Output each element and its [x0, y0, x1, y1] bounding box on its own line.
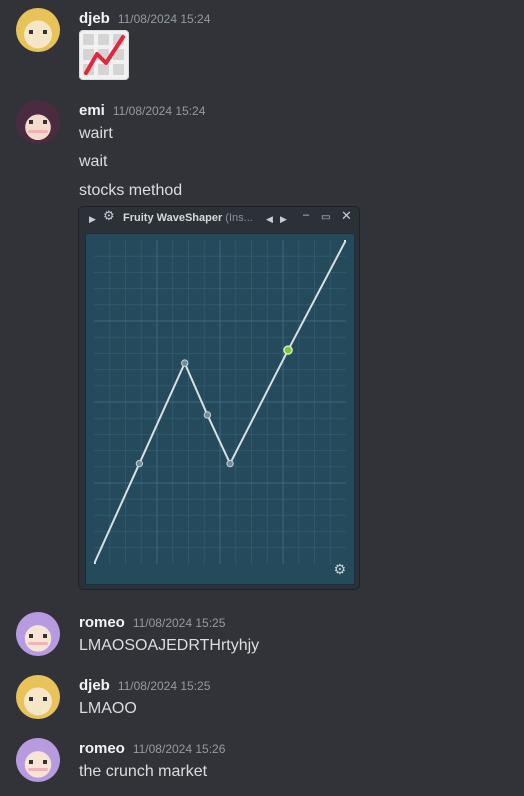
- transfer-curve-graph[interactable]: [94, 240, 346, 564]
- minimize-icon[interactable]: –: [303, 208, 309, 222]
- avatar-cheek: [28, 768, 48, 771]
- message-text: LMAOSOAJEDRTHrtyhjy: [79, 637, 260, 654]
- author-name[interactable]: romeo: [79, 614, 125, 631]
- avatar-face: [29, 634, 47, 638]
- message-text: stocks method: [79, 182, 183, 199]
- arrow-left-icon[interactable]: ◀: [266, 212, 273, 226]
- gear-icon[interactable]: ⚙: [103, 209, 115, 223]
- message-header: djeb 11/08/2024 15:25: [79, 677, 210, 695]
- message-text: wait: [79, 153, 108, 170]
- message-text: wairt: [79, 125, 113, 142]
- arrow-right-icon[interactable]: ▶: [280, 212, 287, 226]
- close-icon[interactable]: ✕: [341, 209, 352, 223]
- plugin-title-text: Fruity WaveShaper: [123, 212, 223, 224]
- message-header: romeo 11/08/2024 15:26: [79, 740, 225, 758]
- plugin-titlebar: ▶ ⚙ Fruity WaveShaper (Ins... ◀ ▶ – ▭ ✕: [79, 207, 359, 231]
- timestamp: 11/08/2024 15:24: [117, 12, 211, 26]
- author-name[interactable]: djeb: [79, 677, 110, 694]
- avatar-cheek: [28, 130, 48, 133]
- curve-control-point[interactable]: [181, 359, 189, 367]
- chart-increasing-emoji[interactable]: [79, 30, 129, 80]
- avatar[interactable]: [16, 8, 60, 52]
- avatar-face: [29, 120, 47, 124]
- plugin-title-suffix: (Ins...: [225, 212, 253, 224]
- avatar[interactable]: [16, 675, 60, 719]
- timestamp: 11/08/2024 15:25: [117, 679, 211, 693]
- avatar-face: [29, 697, 47, 701]
- timestamp: 11/08/2024 15:26: [132, 742, 226, 756]
- avatar-face: [29, 760, 47, 764]
- curve-control-point[interactable]: [226, 459, 234, 468]
- curve-control-point[interactable]: [135, 459, 144, 468]
- play-arrow-icon[interactable]: ▶: [89, 212, 96, 226]
- curve-control-point-active[interactable]: [283, 345, 293, 355]
- settings-gear-icon[interactable]: ⚙: [333, 561, 346, 578]
- avatar[interactable]: [16, 612, 60, 656]
- timestamp: 11/08/2024 15:25: [132, 616, 226, 630]
- author-name[interactable]: emi: [79, 102, 105, 119]
- waveshaper-attachment[interactable]: ▶ ⚙ Fruity WaveShaper (Ins... ◀ ▶ – ▭ ✕ …: [79, 207, 359, 589]
- avatar-face: [29, 30, 47, 34]
- author-name[interactable]: romeo: [79, 740, 125, 757]
- avatar[interactable]: [16, 100, 60, 144]
- message-text: the crunch market: [79, 763, 208, 780]
- message-header: djeb 11/08/2024 15:24: [79, 10, 210, 28]
- curve-control-point[interactable]: [203, 411, 212, 419]
- avatar[interactable]: [16, 738, 60, 782]
- maximize-icon[interactable]: ▭: [321, 211, 330, 225]
- message-romeo-1: romeo 11/08/2024 15:25 LMAOSOAJEDRTHrtyhj…: [0, 604, 524, 664]
- author-name[interactable]: djeb: [79, 10, 110, 27]
- message-djeb-2: djeb 11/08/2024 15:25 LMAOO: [0, 668, 524, 728]
- plugin-title: Fruity WaveShaper (Ins...: [123, 211, 253, 225]
- message-text: LMAOO: [79, 700, 137, 717]
- message-header: emi 11/08/2024 15:24: [79, 102, 205, 120]
- message-djeb-1: djeb 11/08/2024 15:24: [0, 0, 524, 88]
- avatar-cheek: [28, 642, 48, 645]
- message-header: romeo 11/08/2024 15:25: [79, 614, 225, 632]
- waveshaper-display[interactable]: ⚙: [85, 233, 355, 585]
- message-romeo-2: romeo 11/08/2024 15:26 the crunch market: [0, 730, 524, 794]
- timestamp: 11/08/2024 15:24: [112, 104, 206, 118]
